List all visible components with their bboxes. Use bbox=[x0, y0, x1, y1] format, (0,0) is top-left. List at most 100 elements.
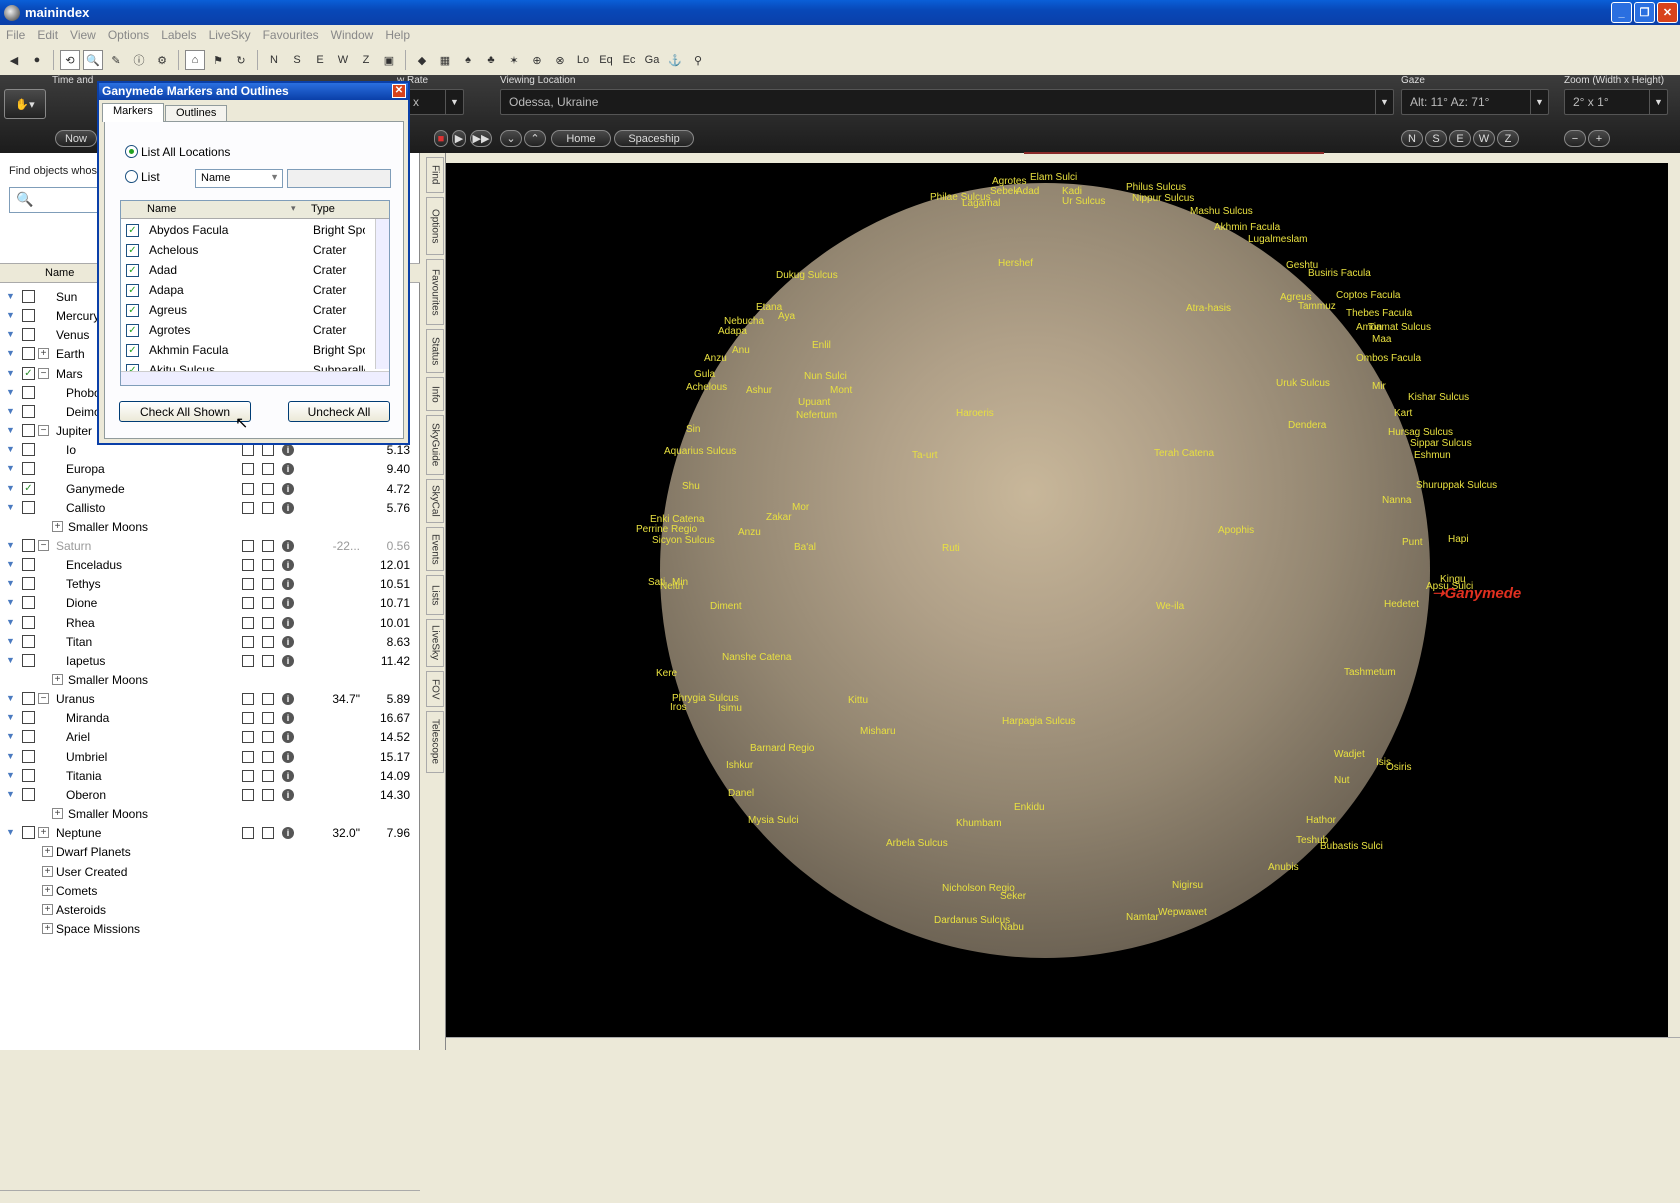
toolbar-button-icon[interactable]: Lo bbox=[573, 50, 593, 70]
option-checkbox[interactable] bbox=[242, 769, 254, 782]
location-marker[interactable]: Upuant bbox=[798, 397, 830, 408]
tree-row[interactable]: ▼ Umbriel i 15.17 bbox=[0, 747, 418, 766]
location-marker[interactable]: Tashmetum bbox=[1344, 667, 1396, 678]
chevron-down-icon[interactable]: ▼ bbox=[4, 462, 17, 475]
option-checkbox[interactable] bbox=[262, 482, 274, 495]
info-icon[interactable]: i bbox=[282, 769, 294, 782]
expand-icon[interactable]: + bbox=[52, 520, 63, 532]
tab-events[interactable]: Events bbox=[426, 527, 444, 571]
tree-row[interactable]: + Smaller Moons bbox=[0, 670, 418, 689]
chevron-down-icon[interactable]: ▼ bbox=[4, 443, 17, 456]
menu-item-favourites[interactable]: Favourites bbox=[257, 28, 325, 42]
tree-row[interactable]: ▼ − Uranus i 34.7" 5.89 bbox=[0, 689, 418, 708]
toolbar-button-icon[interactable]: N bbox=[264, 50, 284, 70]
horizontal-scrollbar[interactable] bbox=[0, 1190, 420, 1203]
option-checkbox[interactable] bbox=[262, 501, 274, 514]
toolbar-button-icon[interactable]: ✶ bbox=[504, 50, 524, 70]
location-marker[interactable]: Hathor bbox=[1306, 815, 1336, 826]
location-marker[interactable]: Kishar Sulcus bbox=[1408, 392, 1469, 403]
option-checkbox[interactable] bbox=[242, 827, 254, 840]
location-marker[interactable]: Anzu bbox=[704, 353, 727, 364]
toolbar-button-icon[interactable]: S bbox=[287, 50, 307, 70]
visibility-checkbox[interactable] bbox=[22, 404, 35, 418]
info-icon[interactable]: i bbox=[282, 578, 294, 591]
chevron-down-icon[interactable]: ▼ bbox=[445, 90, 463, 114]
toolbar-button-icon[interactable]: ▦ bbox=[435, 50, 455, 70]
maximize-button[interactable]: ❐ bbox=[1634, 2, 1655, 23]
option-checkbox[interactable] bbox=[242, 635, 254, 648]
check-all-button[interactable]: Check All Shown bbox=[119, 401, 251, 422]
location-marker[interactable]: Lagamal bbox=[962, 198, 1000, 209]
marker-checkbox[interactable]: ✓ bbox=[126, 284, 139, 297]
location-marker[interactable]: Nanshe Catena bbox=[722, 652, 792, 663]
gaze-combo[interactable]: Alt: 11° Az: 71° ▼ bbox=[1401, 89, 1549, 115]
visibility-checkbox[interactable] bbox=[22, 290, 35, 303]
option-checkbox[interactable] bbox=[242, 463, 254, 476]
info-icon[interactable]: i bbox=[282, 693, 294, 706]
marker-row[interactable]: ✓ Agreus Crater bbox=[121, 300, 376, 320]
list-filter-input[interactable] bbox=[287, 169, 391, 188]
expand-icon[interactable]: + bbox=[52, 674, 63, 685]
tree-row[interactable]: ▼ + Neptune i 32.0" 7.96 bbox=[0, 823, 418, 842]
location-marker[interactable]: Adad bbox=[1016, 186, 1039, 197]
option-checkbox[interactable] bbox=[262, 616, 274, 629]
toolbar-button-icon[interactable]: ✎ bbox=[106, 50, 126, 70]
toolbar-button-icon[interactable]: ◆ bbox=[412, 50, 432, 70]
close-button[interactable]: ✕ bbox=[1657, 2, 1678, 23]
option-checkbox[interactable] bbox=[262, 578, 274, 591]
option-checkbox[interactable] bbox=[262, 444, 274, 457]
visibility-checkbox[interactable] bbox=[22, 634, 35, 648]
info-icon[interactable]: i bbox=[282, 597, 294, 610]
option-checkbox[interactable] bbox=[262, 731, 274, 744]
option-checkbox[interactable] bbox=[242, 616, 254, 629]
location-marker[interactable]: Mor bbox=[792, 502, 809, 513]
location-marker[interactable]: Bubastis Sulci bbox=[1320, 841, 1383, 852]
visibility-checkbox[interactable] bbox=[22, 653, 35, 667]
tab-options[interactable]: Options bbox=[426, 197, 444, 255]
location-marker[interactable]: Sicyon Sulcus bbox=[652, 535, 715, 546]
toolbar-button-icon[interactable]: ⚲ bbox=[688, 50, 708, 70]
visibility-checkbox[interactable]: ✓ bbox=[22, 366, 35, 380]
visibility-checkbox[interactable] bbox=[22, 385, 35, 399]
toolbar-button-icon[interactable]: Ec bbox=[619, 50, 639, 70]
chevron-down-icon[interactable]: ▼ bbox=[4, 826, 17, 839]
name-column-header[interactable]: Name bbox=[147, 203, 176, 215]
location-marker[interactable]: Nefertum bbox=[796, 410, 837, 421]
chevron-down-icon[interactable]: ▼ bbox=[4, 309, 17, 322]
tree-row[interactable]: + Asteroids bbox=[0, 900, 418, 919]
direction-button-s[interactable]: S bbox=[1425, 130, 1447, 147]
visibility-checkbox[interactable] bbox=[22, 500, 35, 514]
zoom-combo[interactable]: 2° x 1° ▼ bbox=[1564, 89, 1668, 115]
chevron-down-icon[interactable]: ▼ bbox=[4, 290, 17, 303]
location-marker[interactable]: Nanna bbox=[1382, 495, 1411, 506]
location-marker[interactable]: Nabu bbox=[1000, 922, 1024, 933]
location-marker[interactable]: Wepwawet bbox=[1158, 907, 1207, 918]
location-marker[interactable]: Ombos Facula bbox=[1356, 353, 1421, 364]
tab-livesky[interactable]: LiveSky bbox=[426, 619, 444, 667]
visibility-checkbox[interactable] bbox=[22, 615, 35, 629]
tree-row[interactable]: ▼ Dione i 10.71 bbox=[0, 593, 418, 612]
location-marker[interactable]: Philus Sulcus bbox=[1126, 182, 1186, 193]
chevron-down-icon[interactable]: ▼ bbox=[4, 769, 17, 782]
menu-item-options[interactable]: Options bbox=[102, 28, 155, 42]
location-marker[interactable]: Neith bbox=[660, 581, 683, 592]
menu-item-view[interactable]: View bbox=[64, 28, 102, 42]
marker-row[interactable]: ✓ Adad Crater bbox=[121, 260, 376, 280]
table-vertical-scrollbar[interactable] bbox=[375, 219, 389, 369]
option-checkbox[interactable] bbox=[242, 654, 254, 667]
location-marker[interactable]: Isimu bbox=[718, 703, 742, 714]
location-marker[interactable]: Uruk Sulcus bbox=[1276, 378, 1330, 389]
location-marker[interactable]: Mashu Sulcus bbox=[1190, 206, 1253, 217]
tab-skyguide[interactable]: SkyGuide bbox=[426, 415, 444, 475]
toolbar-button-icon[interactable]: W bbox=[333, 50, 353, 70]
location-marker[interactable]: Zakar bbox=[766, 512, 792, 523]
name-column-header[interactable]: Name bbox=[45, 267, 74, 279]
option-checkbox[interactable] bbox=[262, 559, 274, 572]
tab-skycal[interactable]: SkyCal bbox=[426, 479, 444, 523]
sort-field-select[interactable]: Name ▼ bbox=[195, 169, 283, 188]
marker-checkbox[interactable]: ✓ bbox=[126, 244, 139, 257]
visibility-checkbox[interactable]: ✓ bbox=[22, 481, 35, 495]
location-marker[interactable]: Atra-hasis bbox=[1186, 303, 1231, 314]
target-label[interactable]: ➝Ganymede bbox=[1432, 584, 1521, 602]
list-radio[interactable] bbox=[125, 170, 138, 183]
